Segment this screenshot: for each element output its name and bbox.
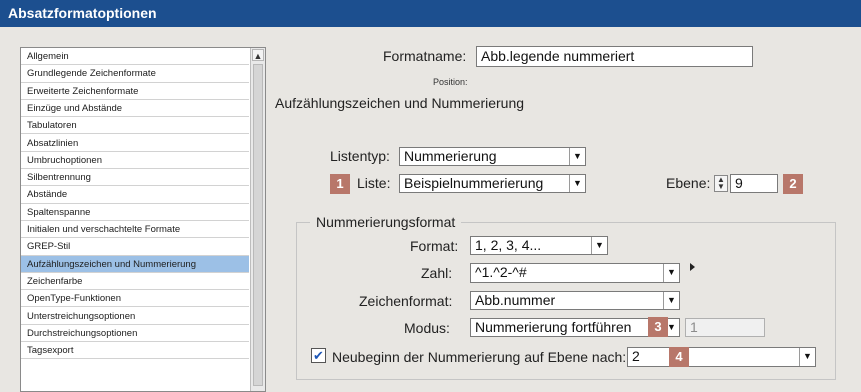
callout-badge-1: 1 [330, 174, 350, 194]
sidebar-item-tagsexport[interactable]: Tagsexport [21, 342, 249, 360]
zeichenformat-value: Abb.nummer [475, 292, 556, 308]
sidebar-item-aufzaehlungszeichen[interactable]: Aufzählungszeichen und Nummerierung [21, 255, 249, 273]
scroll-up-arrow-icon[interactable]: ▲ [252, 49, 264, 61]
sidebar-item-opentype-funktionen[interactable]: OpenType-Funktionen [21, 290, 249, 308]
liste-select[interactable]: Beispielnummerierung ▼ [399, 174, 586, 193]
sidebar-item-absatzlinien[interactable]: Absatzlinien [21, 135, 249, 152]
modus-value: Nummerierung fortführen [475, 319, 632, 335]
neubeginn-value: 2 [632, 348, 640, 364]
sidebar-item-allgemein[interactable]: Allgemein [21, 48, 249, 66]
sidebar-item-abstaende[interactable]: Abstände [21, 186, 249, 204]
chevron-down-icon[interactable]: ▼ [663, 264, 679, 282]
group-title: Nummerierungsformat [310, 214, 462, 230]
sidebar-item-durchstreichungsoptionen[interactable]: Durchstreichungsoptionen [21, 325, 249, 343]
callout-badge-4: 4 [669, 347, 689, 367]
modus-label: Modus: [404, 320, 450, 336]
sidebar-item-grundlegende-zeichenformate[interactable]: Grundlegende Zeichenformate [21, 65, 249, 83]
sidebar-item-einzuege-und-abstaende[interactable]: Einzüge und Abstände [21, 100, 249, 118]
listentyp-select[interactable]: Nummerierung ▼ [399, 147, 586, 166]
listentyp-label: Listentyp: [330, 148, 390, 164]
format-value: 1, 2, 3, 4... [475, 237, 542, 253]
format-label: Format: [410, 238, 459, 254]
callout-badge-2: 2 [783, 174, 803, 194]
chevron-down-icon[interactable]: ▼ [799, 348, 815, 366]
sidebar-item-zeichenfarbe[interactable]: Zeichenfarbe [21, 273, 249, 291]
chevron-down-icon[interactable]: ▼ [569, 148, 585, 165]
modus-start-input: 1 [685, 318, 765, 337]
checkmark-icon[interactable]: ✔ [311, 348, 326, 363]
zahl-value: ^1.^2-^# [475, 264, 527, 280]
formatname-input[interactable]: Abb.legende nummeriert [476, 46, 753, 67]
zeichenformat-label: Zeichenformat: [359, 293, 453, 309]
sidebar-item-erweiterte-zeichenformate[interactable]: Erweiterte Zeichenformate [21, 83, 249, 100]
list-scrollbar[interactable]: ▲ [250, 48, 265, 391]
triangle-right-icon[interactable] [690, 263, 695, 271]
format-select[interactable]: 1, 2, 3, 4... ▼ [470, 236, 608, 255]
sidebar-item-spaltenspanne[interactable]: Spaltenspanne [21, 204, 249, 221]
chevron-down-icon[interactable]: ▼ [591, 237, 607, 254]
scrollbar-thumb[interactable] [253, 64, 263, 386]
sidebar-item-grep-stil[interactable]: GREP-Stil [21, 238, 249, 256]
neubeginn-label: Neubeginn der Nummerierung auf Ebene nac… [332, 349, 627, 365]
category-list[interactable]: Allgemein Grundlegende Zeichenformate Er… [20, 47, 266, 392]
sidebar-item-unterstreichungsoptionen[interactable]: Unterstreichungsoptionen [21, 308, 249, 325]
ebene-label: Ebene: [666, 175, 711, 191]
section-title: Aufzählungszeichen und Nummerierung [275, 95, 525, 111]
liste-value: Beispielnummerierung [404, 175, 544, 191]
callout-badge-3: 3 [648, 317, 668, 337]
window-title: Absatzformatoptionen [0, 0, 861, 27]
liste-label: Liste: [357, 175, 391, 191]
listentyp-value: Nummerierung [404, 148, 497, 164]
sidebar-item-silbentrennung[interactable]: Silbentrennung [21, 169, 249, 187]
chevron-down-icon[interactable]: ▼ [663, 292, 679, 309]
zahl-label: Zahl: [421, 265, 453, 281]
zeichenformat-select[interactable]: Abb.nummer ▼ [470, 291, 680, 310]
formatname-label: Formatname: [383, 48, 467, 64]
ebene-input[interactable]: 9 [730, 174, 778, 193]
sidebar-item-tabulatoren[interactable]: Tabulatoren [21, 117, 249, 135]
up-down-spinner-icon[interactable]: ▲ ▼ [714, 175, 728, 192]
neubeginn-select[interactable]: 2 ▼ [627, 347, 816, 367]
chevron-down-icon[interactable]: ▼ [569, 175, 585, 192]
sidebar-item-initialen[interactable]: Initialen und verschachtelte Formate [21, 221, 249, 239]
zahl-input[interactable]: ^1.^2-^# ▼ [470, 263, 680, 283]
position-label: Position: [433, 77, 468, 87]
sidebar-item-umbruchoptionen[interactable]: Umbruchoptionen [21, 152, 249, 170]
